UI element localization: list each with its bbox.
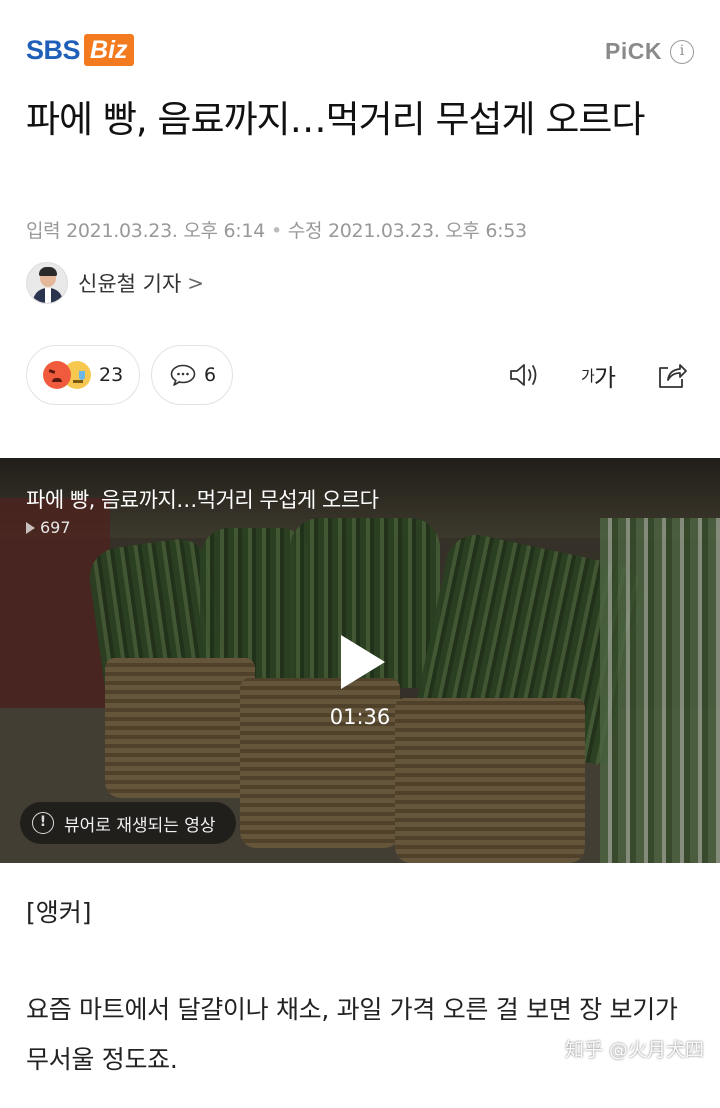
anchor-label: [앵커] bbox=[26, 898, 92, 927]
zhihu-watermark: 知乎 @火月犬四 bbox=[564, 1039, 704, 1061]
date-separator: • bbox=[270, 220, 282, 242]
article-tools: 가가 bbox=[470, 355, 692, 395]
angry-emoji-icon bbox=[43, 361, 71, 389]
reporter-link[interactable]: 신윤철 기자 > bbox=[26, 262, 204, 304]
audio-button[interactable] bbox=[504, 355, 544, 395]
reaction-button[interactable]: 23 bbox=[26, 345, 140, 405]
play-icon[interactable] bbox=[341, 635, 385, 689]
date-input: 입력 2021.03.23. 오후 6:14 bbox=[26, 220, 265, 242]
play-count-icon bbox=[26, 521, 35, 534]
video-duration: 01:36 bbox=[329, 705, 391, 729]
share-button[interactable] bbox=[652, 355, 692, 395]
reporter-avatar bbox=[26, 262, 68, 304]
comment-button[interactable]: 6 bbox=[151, 345, 233, 405]
font-small-label: 가 bbox=[581, 366, 595, 385]
reaction-count: 23 bbox=[99, 364, 124, 386]
share-icon bbox=[659, 364, 687, 388]
comment-icon bbox=[170, 364, 196, 386]
speaker-icon bbox=[510, 364, 537, 386]
sbs-biz-logo[interactable]: SBS Biz bbox=[26, 34, 134, 66]
video-view-count: 697 bbox=[40, 518, 71, 537]
pick-badge[interactable]: PiCK i bbox=[605, 38, 694, 65]
video-views: 697 bbox=[26, 518, 71, 537]
video-player[interactable]: 파에 빵, 음료까지…먹거리 무섭게 오르다 697 01:36 ! 뷰어로 재… bbox=[0, 458, 720, 863]
chevron-right-icon: > bbox=[187, 271, 205, 295]
logo-biz-text: Biz bbox=[84, 34, 134, 66]
font-large-label: 가 bbox=[593, 363, 616, 392]
video-title: 파에 빵, 음료까지…먹거리 무섭게 오르다 bbox=[26, 488, 379, 512]
header: SBS Biz PiCK i bbox=[26, 28, 694, 76]
article-headline: 파에 빵, 음료까지…먹거리 무섭게 오르다 bbox=[26, 98, 645, 141]
logo-sbs-text: SBS bbox=[26, 34, 81, 65]
article-dates: 입력 2021.03.23. 오후 6:14 • 수정 2021.03.23. 오후… bbox=[26, 216, 527, 243]
font-size-button[interactable]: 가가 bbox=[578, 355, 618, 395]
info-icon[interactable]: i bbox=[670, 39, 694, 64]
date-modified: 수정 2021.03.23. 오후 6:53 bbox=[287, 220, 527, 242]
viewer-notice-badge[interactable]: ! 뷰어로 재생되는 영상 bbox=[20, 802, 236, 844]
reporter-name: 신윤철 기자 bbox=[78, 272, 182, 296]
comment-count: 6 bbox=[204, 364, 217, 386]
alert-icon: ! bbox=[32, 812, 54, 834]
viewer-notice-text: 뷰어로 재생되는 영상 bbox=[64, 815, 216, 836]
pick-label: PiCK bbox=[605, 38, 662, 64]
